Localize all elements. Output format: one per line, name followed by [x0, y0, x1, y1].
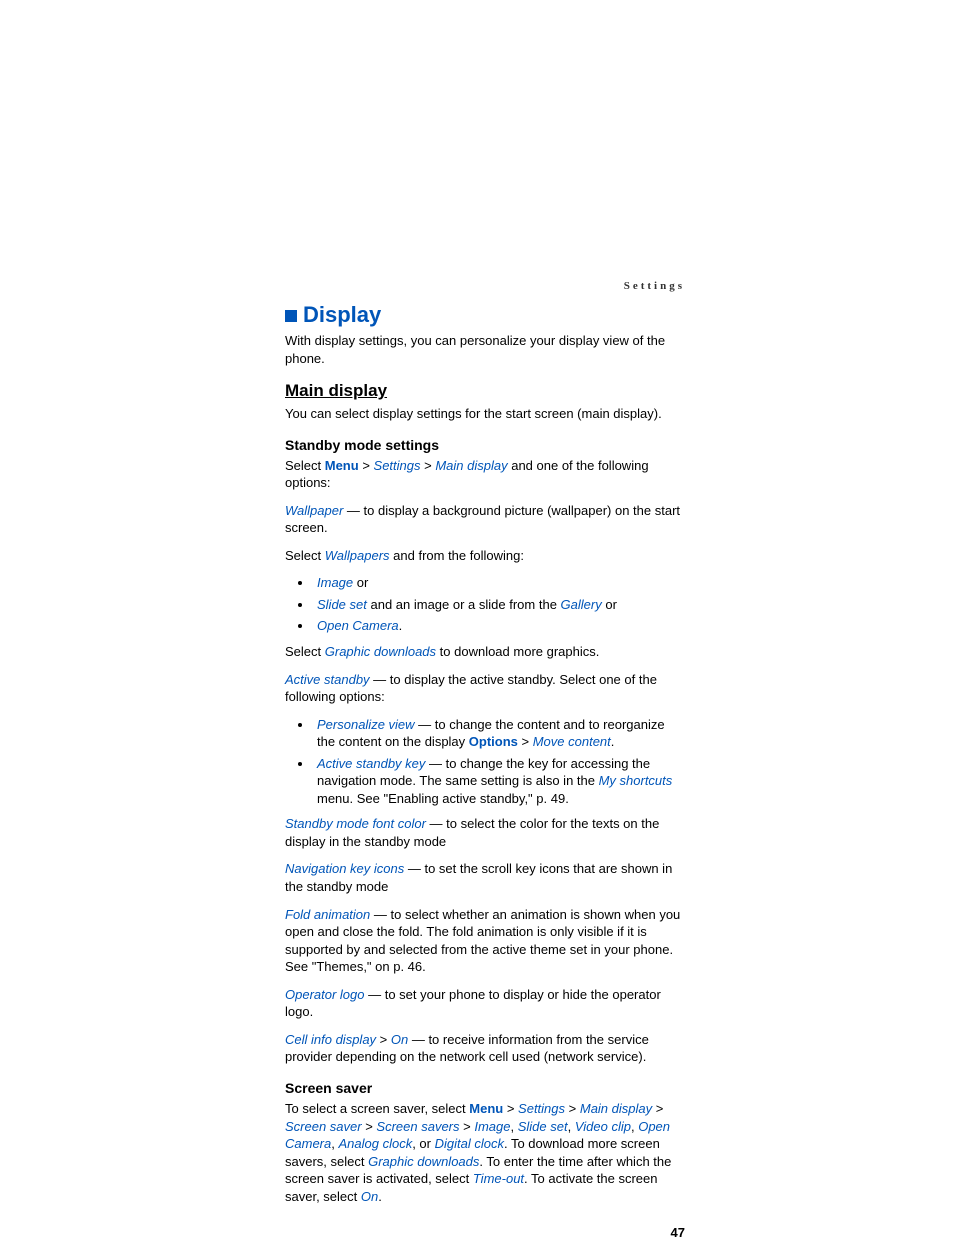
text: to download more graphics.	[436, 644, 599, 659]
keyword-time-out: Time-out	[473, 1171, 524, 1186]
keyword-my-shortcuts: My shortcuts	[599, 773, 673, 788]
wallpaper-options-list: Image or Slide set and an image or a sli…	[285, 574, 685, 635]
keyword-menu: Menu	[325, 458, 359, 473]
text: — to display a background picture (wallp…	[285, 503, 680, 536]
keyword-analog-clock: Analog clock	[338, 1136, 412, 1151]
keyword-main-display: Main display	[580, 1101, 652, 1116]
text: Select	[285, 644, 325, 659]
intro-paragraph: With display settings, you can personali…	[285, 332, 685, 367]
keyword-wallpaper: Wallpaper	[285, 503, 343, 518]
wallpaper-line: Wallpaper — to display a background pict…	[285, 502, 685, 537]
keyword-nav-key-icons: Navigation key icons	[285, 861, 404, 876]
section-heading-display: Display	[285, 302, 685, 328]
text: and an image or a slide from the	[367, 597, 561, 612]
text: and from the following:	[390, 548, 524, 563]
list-item: Open Camera.	[313, 617, 685, 635]
heading-main-display: Main display	[285, 381, 685, 401]
list-item: Personalize view — to change the content…	[313, 716, 685, 751]
list-item: Slide set and an image or a slide from t…	[313, 596, 685, 614]
keyword-standby-font-color: Standby mode font color	[285, 816, 426, 831]
wallpapers-select-line: Select Wallpapers and from the following…	[285, 547, 685, 565]
keyword-graphic-downloads: Graphic downloads	[368, 1154, 479, 1169]
keyword-open-camera: Open Camera	[317, 618, 399, 633]
document-page: Settings Display With display settings, …	[285, 280, 685, 1240]
keyword-digital-clock: Digital clock	[435, 1136, 504, 1151]
keyword-image: Image	[474, 1119, 510, 1134]
nav-key-icons-line: Navigation key icons — to set the scroll…	[285, 860, 685, 895]
text: or	[353, 575, 368, 590]
operator-logo-line: Operator logo — to set your phone to dis…	[285, 986, 685, 1021]
keyword-on: On	[361, 1189, 378, 1204]
keyword-active-standby: Active standby	[285, 672, 370, 687]
keyword-move-content: Move content	[533, 734, 611, 749]
keyword-menu: Menu	[469, 1101, 503, 1116]
standby-select-line: Select Menu > Settings > Main display an…	[285, 457, 685, 492]
text: Select	[285, 458, 325, 473]
screen-saver-paragraph: To select a screen saver, select Menu > …	[285, 1100, 685, 1205]
keyword-fold-animation: Fold animation	[285, 907, 370, 922]
keyword-options: Options	[469, 734, 518, 749]
list-item: Active standby key — to change the key f…	[313, 755, 685, 808]
square-bullet-icon	[285, 310, 297, 322]
keyword-on: On	[391, 1032, 408, 1047]
keyword-gallery: Gallery	[561, 597, 602, 612]
keyword-image: Image	[317, 575, 353, 590]
keyword-settings: Settings	[374, 458, 421, 473]
text: or	[602, 597, 617, 612]
text: To select a screen saver, select	[285, 1101, 469, 1116]
keyword-main-display: Main display	[435, 458, 507, 473]
keyword-personalize-view: Personalize view	[317, 717, 415, 732]
standby-font-color-line: Standby mode font color — to select the …	[285, 815, 685, 850]
keyword-settings: Settings	[518, 1101, 565, 1116]
graphic-downloads-line: Select Graphic downloads to download mor…	[285, 643, 685, 661]
active-standby-line: Active standby — to display the active s…	[285, 671, 685, 706]
running-header: Settings	[285, 280, 685, 292]
text: Select	[285, 548, 325, 563]
keyword-slide-set: Slide set	[518, 1119, 568, 1134]
text: , or	[412, 1136, 434, 1151]
active-standby-list: Personalize view — to change the content…	[285, 716, 685, 808]
list-item: Image or	[313, 574, 685, 592]
keyword-active-standby-key: Active standby key	[317, 756, 425, 771]
keyword-graphic-downloads: Graphic downloads	[325, 644, 436, 659]
heading-standby-mode: Standby mode settings	[285, 437, 685, 453]
page-number: 47	[285, 1225, 685, 1240]
keyword-slide-set: Slide set	[317, 597, 367, 612]
keyword-cell-info-display: Cell info display	[285, 1032, 376, 1047]
keyword-screen-savers: Screen savers	[376, 1119, 459, 1134]
keyword-screen-saver: Screen saver	[285, 1119, 362, 1134]
cell-info-line: Cell info display > On — to receive info…	[285, 1031, 685, 1066]
keyword-operator-logo: Operator logo	[285, 987, 365, 1002]
text: menu. See "Enabling active standby," p. …	[317, 791, 569, 806]
keyword-video-clip: Video clip	[575, 1119, 631, 1134]
fold-animation-line: Fold animation — to select whether an an…	[285, 906, 685, 976]
heading-text: Display	[303, 302, 381, 327]
main-display-intro: You can select display settings for the …	[285, 405, 685, 423]
heading-screen-saver: Screen saver	[285, 1080, 685, 1096]
keyword-wallpapers: Wallpapers	[325, 548, 390, 563]
